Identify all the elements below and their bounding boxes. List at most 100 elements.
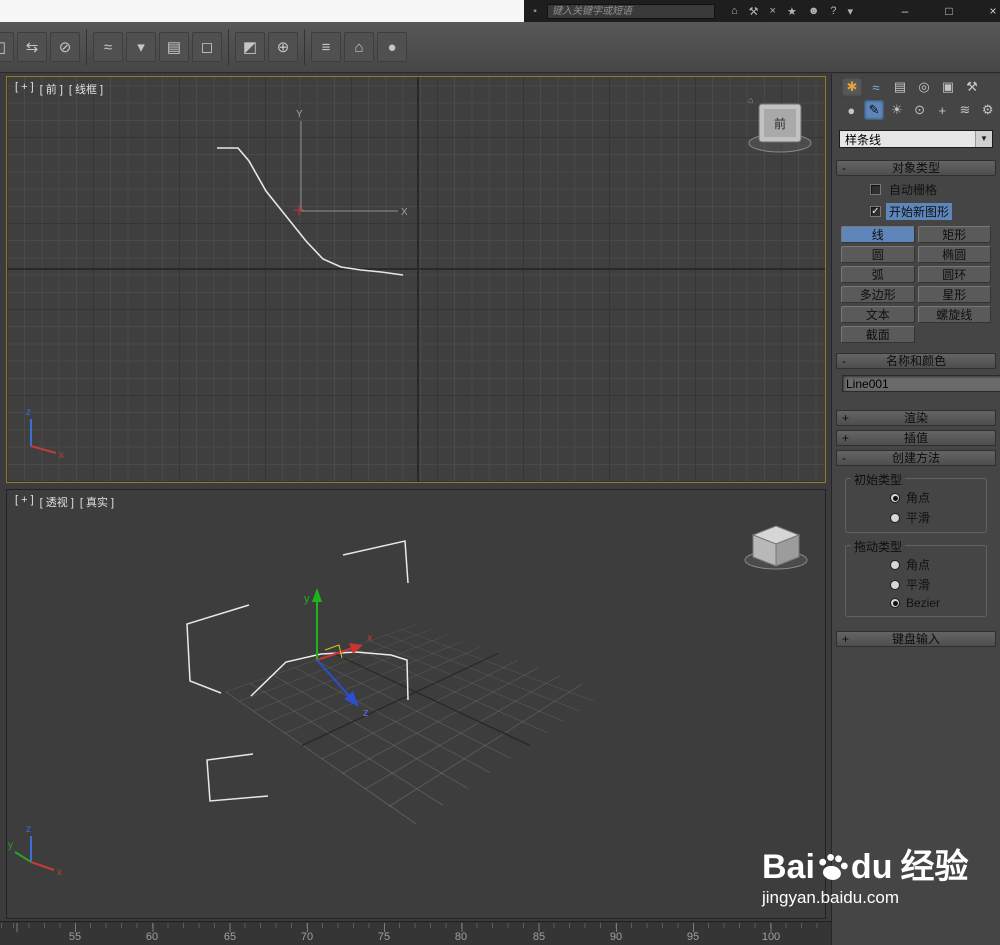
drag-smooth-label[interactable]: 平滑 xyxy=(906,576,930,593)
star-button[interactable]: 星形 xyxy=(917,286,991,303)
ellipse-button[interactable]: 椭圆 xyxy=(917,246,991,263)
rollout-name-color-header[interactable]: - 名称和颜色 xyxy=(836,353,996,369)
start-new-shape-label[interactable]: 开始新图形 xyxy=(886,203,953,220)
rollout-keyboard-entry: + 键盘输入 xyxy=(836,631,996,647)
material-editor-icon[interactable]: ● xyxy=(377,32,407,62)
rectangular-selection-region-icon[interactable]: ◻ xyxy=(192,32,222,62)
snaps-toggle-icon[interactable]: ◧ xyxy=(0,32,14,62)
align-icon[interactable]: ⌂ xyxy=(344,32,374,62)
window-crossing-icon[interactable]: ◩ xyxy=(235,32,265,62)
category-lights-icon[interactable]: ☀ xyxy=(886,100,907,120)
viewcube-home-icon[interactable]: ⌂ xyxy=(748,95,753,105)
rectangle-button[interactable]: 矩形 xyxy=(917,226,991,243)
unlink-selection-icon[interactable]: ⊘ xyxy=(50,32,80,62)
transform-gizmo[interactable]: y x z xyxy=(304,588,373,719)
viewport-shading-menu[interactable]: [ 真实 ] xyxy=(80,494,114,510)
tab-hierarchy[interactable]: ▤ xyxy=(889,77,911,97)
category-geometry-icon[interactable]: ● xyxy=(841,100,862,120)
ruler-label: 90 xyxy=(609,931,623,943)
selection-filter-icon[interactable]: ▾ xyxy=(126,32,156,62)
rollout-rendering: + 渲染 xyxy=(836,410,996,426)
donut-button[interactable]: 圆环 xyxy=(917,266,991,283)
help-icon[interactable]: ? xyxy=(830,5,836,18)
category-systems-icon[interactable]: ⚙ xyxy=(977,100,998,120)
helix-button[interactable]: 螺旋线 xyxy=(917,306,991,323)
rollout-object-type-header[interactable]: - 对象类型 xyxy=(836,160,996,176)
front-axis-tripod: z x xyxy=(26,407,64,461)
close-button[interactable]: × xyxy=(978,4,1000,18)
autogrid-label[interactable]: 自动栅格 xyxy=(886,181,940,198)
persp-viewport-overlay: y x z z x y xyxy=(8,525,808,878)
rollout-interpolation-header[interactable]: + 插值 xyxy=(836,430,996,446)
maximize-button[interactable]: □ xyxy=(934,4,964,18)
circle-button[interactable]: 圆 xyxy=(841,246,915,263)
rollout-creation-method-header[interactable]: - 创建方法 xyxy=(836,450,996,466)
rollout-object-type: - 对象类型 自动栅格 ✓ 开始新图形 线 矩形 圆 椭圆 弧 圆环 多边形 星… xyxy=(836,160,996,347)
initial-smooth-label[interactable]: 平滑 xyxy=(906,509,930,526)
tab-create[interactable]: ✱ xyxy=(841,77,863,97)
drag-bezier-label[interactable]: Bezier xyxy=(906,596,940,610)
viewport-general-menu[interactable]: [ + ] xyxy=(15,494,34,510)
time-ruler[interactable]: 55 60 65 70 75 80 85 90 95 100 xyxy=(0,921,831,945)
category-helpers-icon[interactable]: + xyxy=(932,100,953,120)
object-name-field[interactable] xyxy=(842,375,1000,392)
gizmo-z-arrow[interactable] xyxy=(316,659,352,699)
arc-button[interactable]: 弧 xyxy=(841,266,915,283)
spline-line001-3d[interactable] xyxy=(250,651,409,701)
category-cameras-icon[interactable]: ⊙ xyxy=(909,100,930,120)
viewcube-persp[interactable] xyxy=(744,525,808,570)
workspace-icon[interactable]: ⌂ xyxy=(731,5,738,18)
initial-corner-label[interactable]: 角点 xyxy=(906,489,930,506)
tab-display[interactable]: ▣ xyxy=(937,77,959,97)
tripod-x-label: x xyxy=(57,867,62,878)
search-input[interactable] xyxy=(547,3,715,19)
autogrid-checkbox[interactable] xyxy=(870,184,881,195)
rollout-title: 渲染 xyxy=(903,411,928,425)
drag-bezier-radio[interactable] xyxy=(890,598,900,608)
chevron-down-icon[interactable]: ▼ xyxy=(975,131,992,147)
line-button[interactable]: 线 xyxy=(841,226,915,243)
settings-wrench-icon[interactable]: ⚒ xyxy=(749,5,759,18)
dropdown-arrow-icon[interactable]: ▾ xyxy=(848,5,854,18)
signin-user-icon[interactable]: ☻ xyxy=(808,5,820,18)
section-button[interactable]: 截面 xyxy=(841,326,915,343)
tab-modify[interactable]: ≈ xyxy=(865,77,887,97)
start-new-shape-checkbox[interactable]: ✓ xyxy=(870,206,881,217)
viewport-shading-menu[interactable]: [ 线框 ] xyxy=(69,81,103,97)
viewcube-face-label[interactable]: 前 xyxy=(774,116,786,131)
category-spacewarps-icon[interactable]: ≋ xyxy=(955,100,976,120)
rollout-rendering-header[interactable]: + 渲染 xyxy=(836,410,996,426)
ruler-label: 55 xyxy=(68,931,82,943)
drag-corner-label[interactable]: 角点 xyxy=(906,556,930,573)
clear-search-icon[interactable]: × xyxy=(770,5,776,18)
bind-to-space-warp-icon[interactable]: ≈ xyxy=(93,32,123,62)
text-button[interactable]: 文本 xyxy=(841,306,915,323)
mirror-icon[interactable]: ≡ xyxy=(311,32,341,62)
selection-bracket xyxy=(206,753,269,802)
viewport-pov-menu[interactable]: [ 透视 ] xyxy=(40,494,74,510)
category-shapes-icon[interactable]: ✎ xyxy=(863,100,885,120)
perspective-viewport[interactable]: [ + ] [ 透视 ] [ 真实 ] y x z z x y xyxy=(6,489,826,919)
tab-motion[interactable]: ◎ xyxy=(913,77,935,97)
initial-corner-radio[interactable] xyxy=(890,492,900,503)
minimize-button[interactable]: – xyxy=(890,4,920,18)
viewport-general-menu[interactable]: [ + ] xyxy=(15,81,34,97)
create-categories: ● ✎ ☀ ⊙ + ≋ ⚙ xyxy=(832,98,1000,121)
select-and-link-icon[interactable]: ⇆ xyxy=(17,32,47,62)
ngon-button[interactable]: 多边形 xyxy=(841,286,915,303)
drag-smooth-radio[interactable] xyxy=(890,579,900,590)
command-panel-tabs: ✱ ≈ ▤ ◎ ▣ ⚒ xyxy=(832,74,1000,98)
main-toolbar: ◧ ⇆ ⊘ ≈ ▾ ▤ ◻ ◩ ⊕ ≡ ⌂ ● xyxy=(0,22,1000,73)
rollout-keyboard-entry-header[interactable]: + 键盘输入 xyxy=(836,631,996,647)
front-viewport[interactable]: [ + ] [ 前 ] [ 线框 ] Y X 前 ⌂ z x xyxy=(6,76,826,483)
select-by-name-icon[interactable]: ▤ xyxy=(159,32,189,62)
viewcube-front[interactable]: 前 ⌂ xyxy=(748,95,812,153)
favorites-star-icon[interactable]: ★ xyxy=(787,5,797,18)
viewport-pov-menu[interactable]: [ 前 ] xyxy=(40,81,63,97)
named-selection-sets-icon[interactable]: ⊕ xyxy=(268,32,298,62)
app-badge-icon[interactable]: ▪ xyxy=(528,4,542,18)
initial-smooth-radio[interactable] xyxy=(890,512,900,523)
drag-corner-radio[interactable] xyxy=(890,559,900,570)
tab-utilities[interactable]: ⚒ xyxy=(961,77,983,97)
shape-category-select[interactable]: 样条线 ▼ xyxy=(839,130,993,148)
